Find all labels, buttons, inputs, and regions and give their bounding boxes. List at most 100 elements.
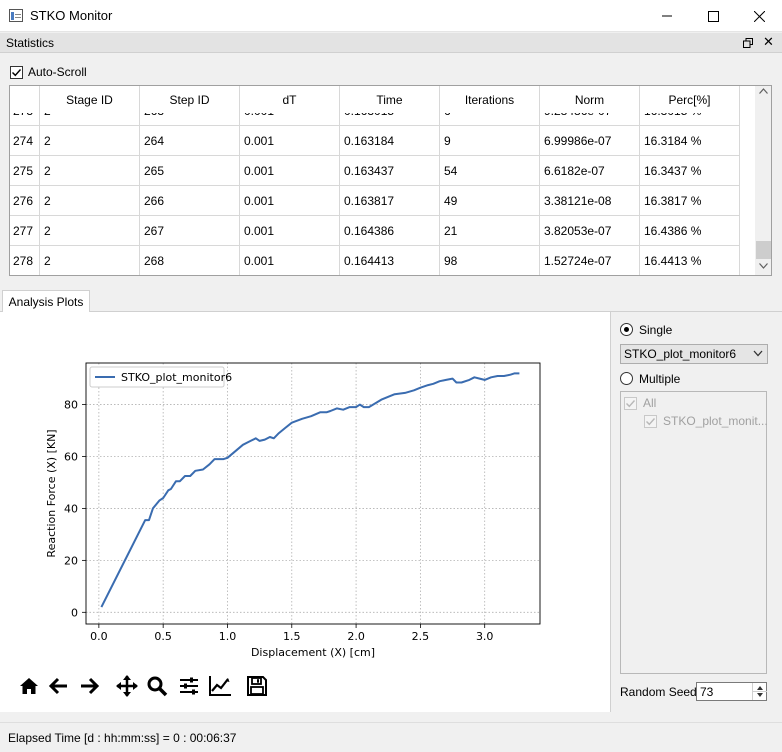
table-row[interactable]: 275 2 265 0.001 0.163437 54 6.6182e-07 1…: [10, 156, 740, 186]
x-tick-label: 0.0: [90, 630, 108, 643]
seed-spinbox[interactable]: 73: [696, 682, 767, 701]
x-tick-label: 1.0: [219, 630, 237, 643]
save-icon[interactable]: [244, 673, 270, 699]
table-cell: 0.001: [240, 246, 340, 275]
zoom-icon[interactable]: [144, 673, 170, 699]
row-header: 274: [10, 126, 40, 156]
table-cell: 0.163437: [340, 156, 440, 186]
single-radio[interactable]: [620, 323, 633, 336]
close-button[interactable]: [736, 0, 782, 32]
plots-tab-bar: Analysis Plots: [0, 290, 782, 313]
x-tick-label: 2.5: [412, 630, 430, 643]
table-cell: 0.001: [240, 126, 340, 156]
radio-selected-icon: [624, 327, 629, 332]
autoscroll-checkbox[interactable]: Auto-Scroll: [10, 64, 87, 80]
table-cell: 3.82053e-07: [540, 216, 640, 246]
minimize-button[interactable]: [644, 0, 690, 32]
chart-svg: 0.0 0.5 1.0 1.5 2.0 2.5 3.0 0 20 40 60 80 Displaceme…: [45, 362, 541, 659]
table-cell: 3.38121e-08: [540, 186, 640, 216]
checkbox-checked-icon[interactable]: [10, 65, 23, 79]
y-tick-label: 40: [64, 502, 78, 515]
dock-close-icon[interactable]: ✕: [763, 34, 774, 50]
table-cell: 0.164413: [340, 246, 440, 275]
table-row[interactable]: 278 2 268 0.001 0.164413 98 1.52724e-07 …: [10, 246, 740, 275]
row-header: 276: [10, 186, 40, 216]
table-header: Stage ID Step ID dT Time Iterations Norm…: [10, 86, 755, 113]
table-cell: 16.3817 %: [640, 186, 740, 216]
table-cell: 2: [40, 186, 140, 216]
table-cell: 264: [140, 126, 240, 156]
table-cell: 0.001: [240, 156, 340, 186]
combo-value: STKO_plot_monitor6: [624, 347, 737, 361]
table-cell: 54: [440, 156, 540, 186]
table-cell: 2: [40, 156, 140, 186]
single-label: Single: [639, 323, 673, 337]
table-cell: 98: [440, 246, 540, 275]
y-axis-label: Reaction Force (X) [KN]: [45, 429, 58, 557]
dock-float-icon[interactable]: [743, 37, 753, 48]
app-icon: [9, 9, 23, 22]
x-tick-label: 2.0: [347, 630, 365, 643]
column-header[interactable]: Step ID: [140, 86, 240, 113]
table-cell: 1.52724e-07: [540, 246, 640, 275]
elapsed-time: Elapsed Time [d : hh:mm:ss] = 0 : 00:06:…: [8, 731, 237, 745]
x-tick-label: 3.0: [476, 630, 494, 643]
table-cell: 9: [440, 126, 540, 156]
subplots-icon[interactable]: [176, 673, 202, 699]
table-cell: 0.164386: [340, 216, 440, 246]
table-scrollbar[interactable]: [755, 86, 771, 275]
table-corner[interactable]: [10, 86, 40, 113]
x-axis-label: Displacement (X) [cm]: [251, 646, 375, 659]
home-icon[interactable]: [16, 673, 42, 699]
table-cell: 16.3184 %: [640, 126, 740, 156]
column-header[interactable]: Norm: [540, 86, 640, 113]
minimize-icon: [662, 15, 672, 17]
table-cell: 6.99986e-07: [540, 126, 640, 156]
table-cell: 2: [40, 246, 140, 275]
plot-canvas[interactable]: 0.0 0.5 1.0 1.5 2.0 2.5 3.0 0 20 40 60 80 Displaceme…: [0, 312, 610, 712]
maximize-icon: [707, 10, 719, 22]
monitor-combo[interactable]: STKO_plot_monitor6: [620, 344, 768, 364]
x-tick-label: 1.5: [283, 630, 301, 643]
maximize-button[interactable]: [690, 0, 736, 32]
pan-icon[interactable]: [114, 673, 140, 699]
monitor-tree[interactable]: All STKO_plot_monit...: [620, 391, 768, 674]
scroll-up-icon: [759, 88, 768, 94]
scrollbar-thumb[interactable]: [756, 241, 771, 259]
window-title: STKO Monitor: [30, 8, 113, 23]
table-row[interactable]: 277 2 267 0.001 0.164386 21 3.82053e-07 …: [10, 216, 740, 246]
column-header[interactable]: Time: [340, 86, 440, 113]
y-tick-label: 80: [64, 399, 78, 412]
statistics-dock-header: Statistics ✕: [0, 33, 782, 53]
status-bar: Elapsed Time [d : hh:mm:ss] = 0 : 00:06:…: [0, 722, 782, 752]
column-header[interactable]: Perc[%]: [640, 86, 740, 113]
spin-buttons[interactable]: [752, 683, 767, 700]
forward-icon[interactable]: [76, 673, 102, 699]
table-cell: 6.6182e-07: [540, 156, 640, 186]
series-selector-panel: Single STKO_plot_monitor6 Multiple All S…: [611, 312, 782, 712]
axes-edit-icon[interactable]: [207, 673, 233, 699]
column-header[interactable]: Stage ID: [40, 86, 140, 113]
table-cell: 16.4413 %: [640, 246, 740, 275]
table-cell: 267: [140, 216, 240, 246]
back-icon[interactable]: [46, 673, 72, 699]
column-header[interactable]: dT: [240, 86, 340, 113]
statistics-table[interactable]: 273 2 263 0.001 0.163015 6 9.28486e-07 1…: [9, 85, 772, 276]
table-body: 273 2 263 0.001 0.163015 6 9.28486e-07 1…: [10, 86, 755, 275]
table-cell: 16.4386 %: [640, 216, 740, 246]
y-tick-label: 20: [64, 554, 78, 567]
table-row[interactable]: 274 2 264 0.001 0.163184 9 6.99986e-07 1…: [10, 126, 740, 156]
table-cell: 21: [440, 216, 540, 246]
tab-analysis-plots[interactable]: Analysis Plots: [2, 290, 90, 313]
multiple-radio[interactable]: [620, 372, 633, 385]
table-row[interactable]: 276 2 266 0.001 0.163817 49 3.38121e-08 …: [10, 186, 740, 216]
tree-item-label: STKO_plot_monit...: [663, 414, 768, 428]
x-tick-label: 0.5: [154, 630, 172, 643]
column-header[interactable]: Iterations: [440, 86, 540, 113]
checkbox-checked-icon[interactable]: [644, 415, 657, 428]
table-cell: 0.163184: [340, 126, 440, 156]
chevron-down-icon: [753, 350, 763, 357]
table-cell: 2: [40, 126, 140, 156]
checkbox-checked-icon[interactable]: [624, 397, 637, 410]
autoscroll-label: Auto-Scroll: [28, 65, 87, 79]
